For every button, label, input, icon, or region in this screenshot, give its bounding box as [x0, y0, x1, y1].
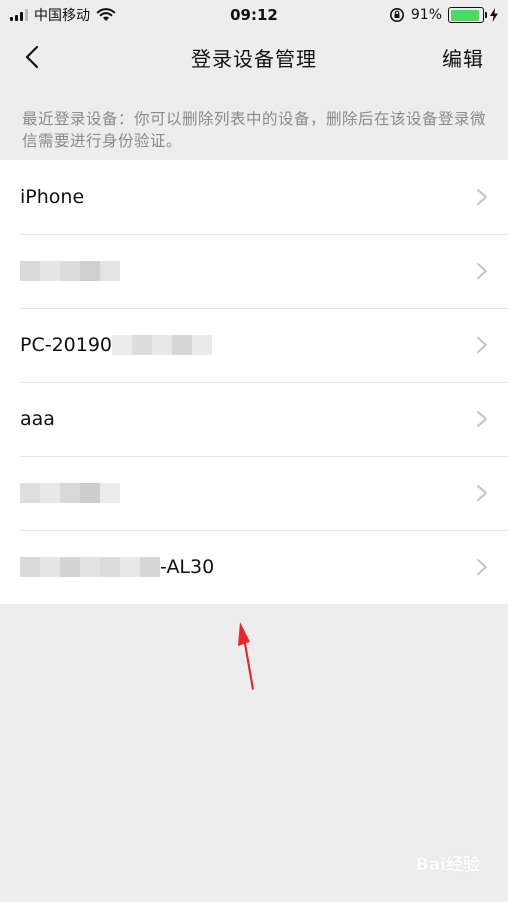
- chevron-right-icon: [477, 485, 487, 501]
- redacted-mosaic: [112, 335, 213, 355]
- wifi-icon: [96, 8, 116, 21]
- chevron-left-icon: [25, 45, 39, 69]
- device-row-5[interactable]: [0, 456, 508, 530]
- device-row-iphone[interactable]: iPhone: [0, 160, 508, 234]
- device-label: PC-20190: [20, 334, 113, 356]
- battery-fill: [450, 9, 479, 21]
- device-label: iPhone: [20, 186, 85, 208]
- battery-icon: [448, 7, 487, 23]
- device-label: aaa: [20, 408, 55, 430]
- status-right: 91%: [389, 7, 498, 23]
- device-row-al30[interactable]: -AL30: [0, 530, 508, 604]
- redacted-mosaic: [20, 261, 120, 281]
- charging-icon: [490, 8, 498, 22]
- chevron-right-icon: [477, 189, 487, 205]
- device-row-aaa[interactable]: aaa: [0, 382, 508, 456]
- device-list: iPhone PC-20190 aaa -AL30: [0, 160, 508, 604]
- chevron-right-icon: [477, 559, 487, 575]
- battery-percent: 91%: [410, 7, 442, 23]
- nav-bar: 登录设备管理 编辑: [0, 30, 508, 84]
- redacted-mosaic: [20, 557, 160, 577]
- description-text: 最近登录设备：你可以删除列表中的设备，删除后在该设备登录微信需要进行身份验证。: [22, 110, 487, 150]
- page-title: 登录设备管理: [191, 46, 317, 71]
- orientation-lock-icon: [389, 8, 404, 22]
- chevron-right-icon: [477, 411, 487, 427]
- carrier-label: 中国移动: [34, 8, 90, 24]
- arrow-up-icon: [238, 622, 254, 690]
- edit-button[interactable]: 编辑: [442, 43, 484, 72]
- redacted-mosaic: [20, 483, 120, 503]
- device-row-2[interactable]: [0, 234, 508, 308]
- chevron-right-icon: [477, 337, 487, 353]
- chevron-right-icon: [477, 263, 487, 279]
- signal-icon: [10, 9, 28, 21]
- status-bar: 中国移动 09:12 91%: [0, 0, 508, 30]
- device-label: -AL30: [160, 556, 215, 578]
- watermark-logo: Bai经验: [415, 855, 480, 875]
- device-row-pc[interactable]: PC-20190: [0, 308, 508, 382]
- back-button[interactable]: [18, 42, 46, 72]
- status-left: 中国移动: [10, 5, 180, 25]
